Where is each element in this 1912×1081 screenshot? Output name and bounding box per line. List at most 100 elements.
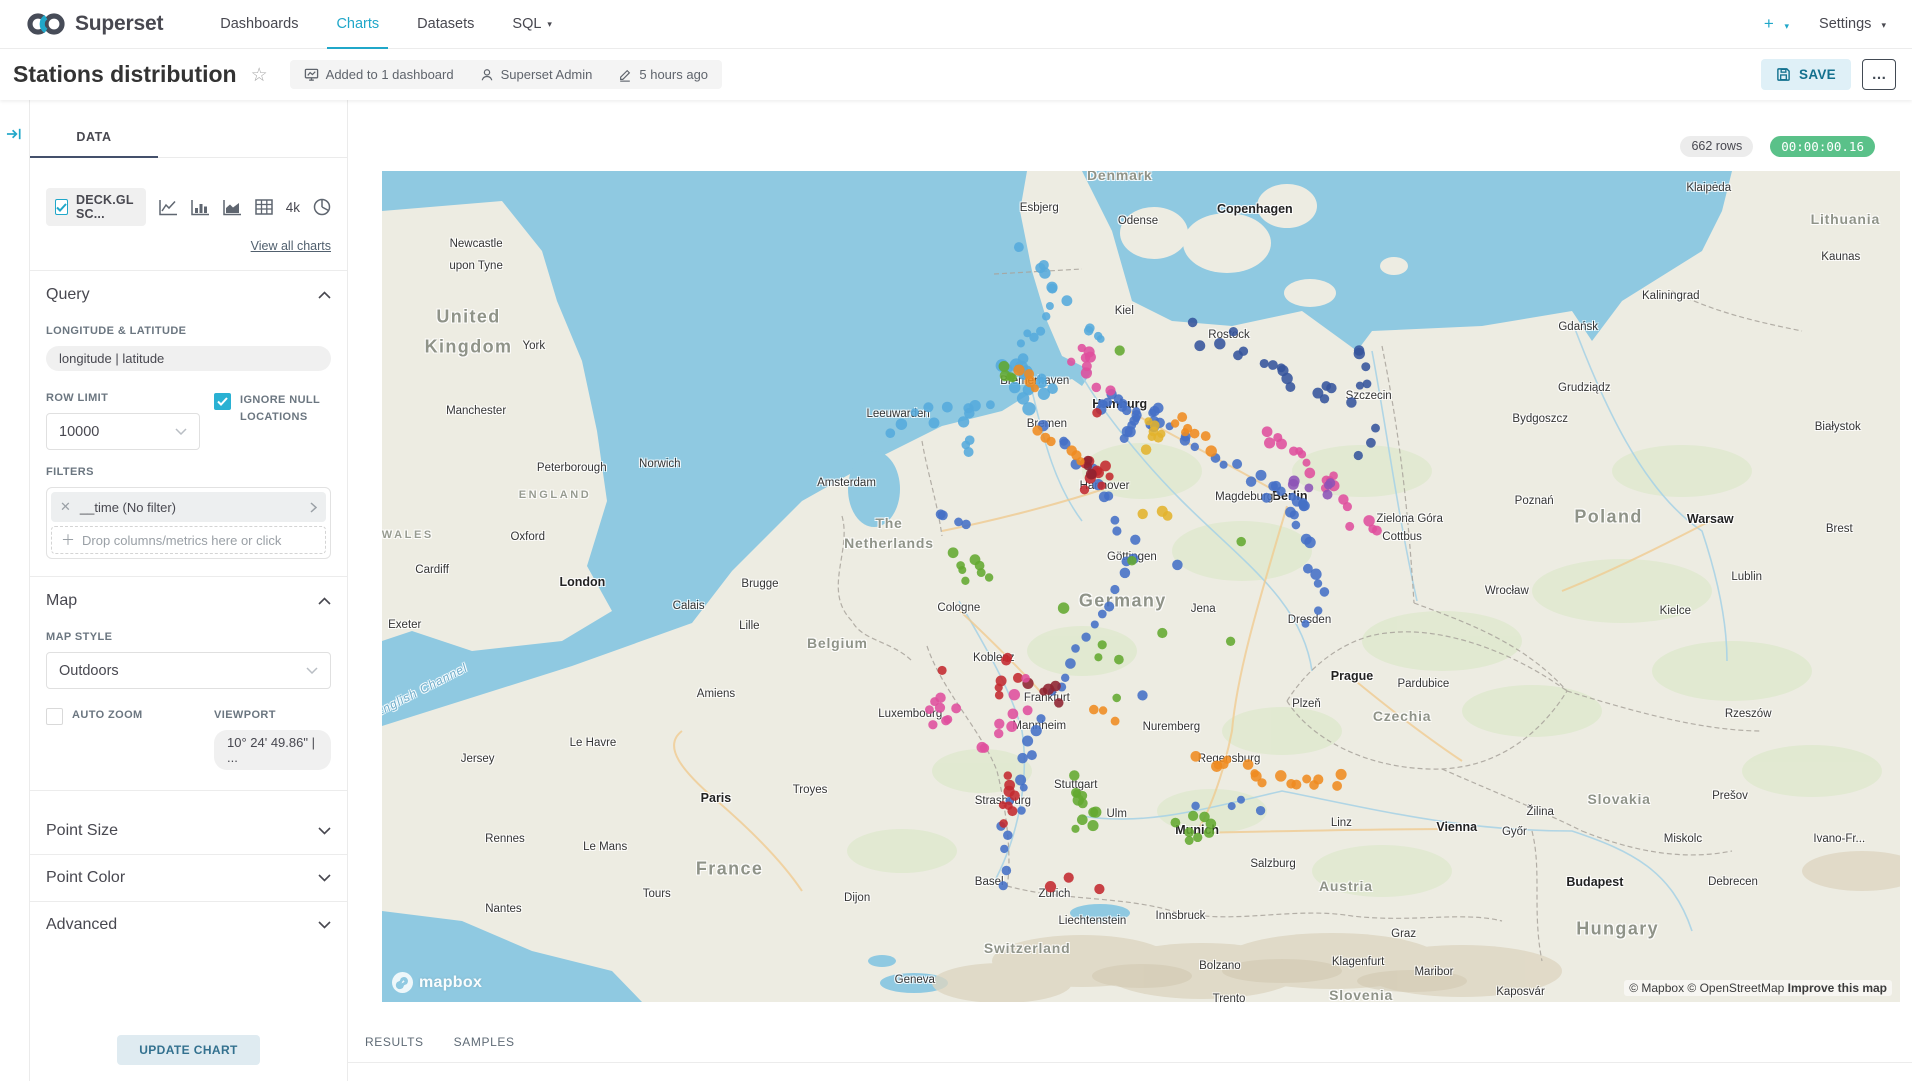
station-point[interactable] xyxy=(1190,429,1200,439)
nav-item-dashboards[interactable]: Dashboards xyxy=(201,0,317,49)
station-point[interactable] xyxy=(1268,360,1278,370)
station-point[interactable] xyxy=(1193,833,1202,842)
station-point[interactable] xyxy=(1031,384,1039,392)
station-point[interactable] xyxy=(1371,424,1380,433)
station-point[interactable] xyxy=(1010,790,1020,800)
station-point[interactable] xyxy=(1064,872,1074,882)
more-options-button[interactable]: … xyxy=(1862,59,1896,90)
station-point[interactable] xyxy=(1302,459,1310,467)
station-point[interactable] xyxy=(938,666,947,675)
station-point[interactable] xyxy=(1190,751,1201,762)
station-point[interactable] xyxy=(1043,684,1054,695)
station-point[interactable] xyxy=(1091,620,1099,628)
station-point[interactable] xyxy=(1172,560,1183,571)
station-point[interactable] xyxy=(1120,568,1131,579)
station-point[interactable] xyxy=(1001,655,1011,665)
station-point[interactable] xyxy=(986,400,995,409)
station-point[interactable] xyxy=(1132,410,1142,420)
station-point[interactable] xyxy=(975,561,985,571)
station-point[interactable] xyxy=(1085,352,1096,363)
station-point[interactable] xyxy=(1314,606,1322,614)
chart-owner[interactable]: Superset Admin xyxy=(480,67,593,82)
station-point[interactable] xyxy=(1007,806,1017,816)
new-item-menu[interactable]: + ▾ xyxy=(1764,14,1789,34)
station-point[interactable] xyxy=(1232,459,1242,469)
station-point[interactable] xyxy=(1262,426,1273,437)
station-point[interactable] xyxy=(994,729,1003,738)
station-point[interactable] xyxy=(1046,282,1057,293)
station-point[interactable] xyxy=(1032,425,1042,435)
station-point[interactable] xyxy=(1366,438,1376,448)
station-point[interactable] xyxy=(1088,807,1098,817)
station-point[interactable] xyxy=(1105,385,1115,395)
station-point[interactable] xyxy=(1141,444,1152,455)
remove-filter-icon[interactable]: ✕ xyxy=(60,499,71,515)
station-point[interactable] xyxy=(1071,825,1079,833)
station-point[interactable] xyxy=(1061,674,1069,682)
station-point[interactable] xyxy=(1149,406,1159,416)
station-point[interactable] xyxy=(1354,348,1365,359)
station-point[interactable] xyxy=(1097,335,1105,343)
pie-chart-icon[interactable] xyxy=(313,198,331,216)
viz-type-4k[interactable]: 4k xyxy=(286,200,300,215)
station-point[interactable] xyxy=(923,402,933,412)
station-point[interactable] xyxy=(1304,537,1316,549)
station-point[interactable] xyxy=(1094,884,1104,894)
station-point[interactable] xyxy=(948,547,959,558)
station-point[interactable] xyxy=(1171,818,1181,828)
station-point[interactable] xyxy=(1004,771,1012,779)
station-point[interactable] xyxy=(1058,602,1069,613)
station-point[interactable] xyxy=(941,716,951,726)
area-chart-icon[interactable] xyxy=(223,199,242,216)
station-point[interactable] xyxy=(1017,806,1026,815)
station-point[interactable] xyxy=(995,691,1004,700)
station-point[interactable] xyxy=(1191,802,1200,811)
station-point[interactable] xyxy=(1205,445,1216,456)
station-point[interactable] xyxy=(1320,394,1329,403)
station-point[interactable] xyxy=(1361,362,1370,371)
station-point[interactable] xyxy=(1298,499,1307,508)
station-point[interactable] xyxy=(1239,346,1248,355)
station-point[interactable] xyxy=(999,361,1010,372)
table-icon[interactable] xyxy=(255,199,273,215)
section-point-size[interactable]: Point Size xyxy=(30,808,347,854)
viz-type-selected[interactable]: DECK.GL SC... xyxy=(46,188,146,226)
station-point[interactable] xyxy=(1112,694,1121,703)
station-point[interactable] xyxy=(1046,302,1054,310)
station-point[interactable] xyxy=(1111,717,1120,726)
station-point[interactable] xyxy=(1310,569,1321,580)
station-point[interactable] xyxy=(1077,814,1088,825)
station-point[interactable] xyxy=(1138,509,1148,519)
station-point[interactable] xyxy=(1257,778,1266,787)
station-point[interactable] xyxy=(1194,340,1205,351)
station-point[interactable] xyxy=(1354,451,1363,460)
panel-scroll[interactable]: DECK.GL SC... 4k xyxy=(30,158,347,1081)
station-point[interactable] xyxy=(1027,750,1037,760)
station-point[interactable] xyxy=(1114,655,1124,665)
station-point[interactable] xyxy=(1260,359,1269,368)
station-point[interactable] xyxy=(1356,382,1364,390)
station-point[interactable] xyxy=(1236,537,1246,547)
station-point[interactable] xyxy=(1226,637,1235,646)
line-chart-icon[interactable] xyxy=(159,199,178,216)
station-point[interactable] xyxy=(1014,242,1024,252)
station-point[interactable] xyxy=(1281,373,1292,384)
station-point[interactable] xyxy=(1302,775,1311,784)
station-point[interactable] xyxy=(1137,690,1147,700)
save-button[interactable]: SAVE xyxy=(1761,59,1851,90)
station-point[interactable] xyxy=(1104,602,1114,612)
station-point[interactable] xyxy=(1120,434,1129,443)
station-point[interactable] xyxy=(1157,628,1167,638)
station-point[interactable] xyxy=(994,719,1004,729)
station-point[interactable] xyxy=(1110,585,1119,594)
row-limit-select[interactable]: 10000 xyxy=(46,413,200,450)
view-all-charts-link[interactable]: View all charts xyxy=(251,239,331,253)
station-point[interactable] xyxy=(1042,312,1050,320)
station-point[interactable] xyxy=(1098,640,1107,649)
section-point-color[interactable]: Point Color xyxy=(30,854,347,901)
auto-zoom-checkbox-row[interactable]: AUTO ZOOM xyxy=(46,707,200,725)
station-point[interactable] xyxy=(1078,798,1088,808)
favorite-star-icon[interactable]: ☆ xyxy=(251,64,268,87)
station-point[interactable] xyxy=(961,577,969,585)
station-point[interactable] xyxy=(1237,796,1245,804)
